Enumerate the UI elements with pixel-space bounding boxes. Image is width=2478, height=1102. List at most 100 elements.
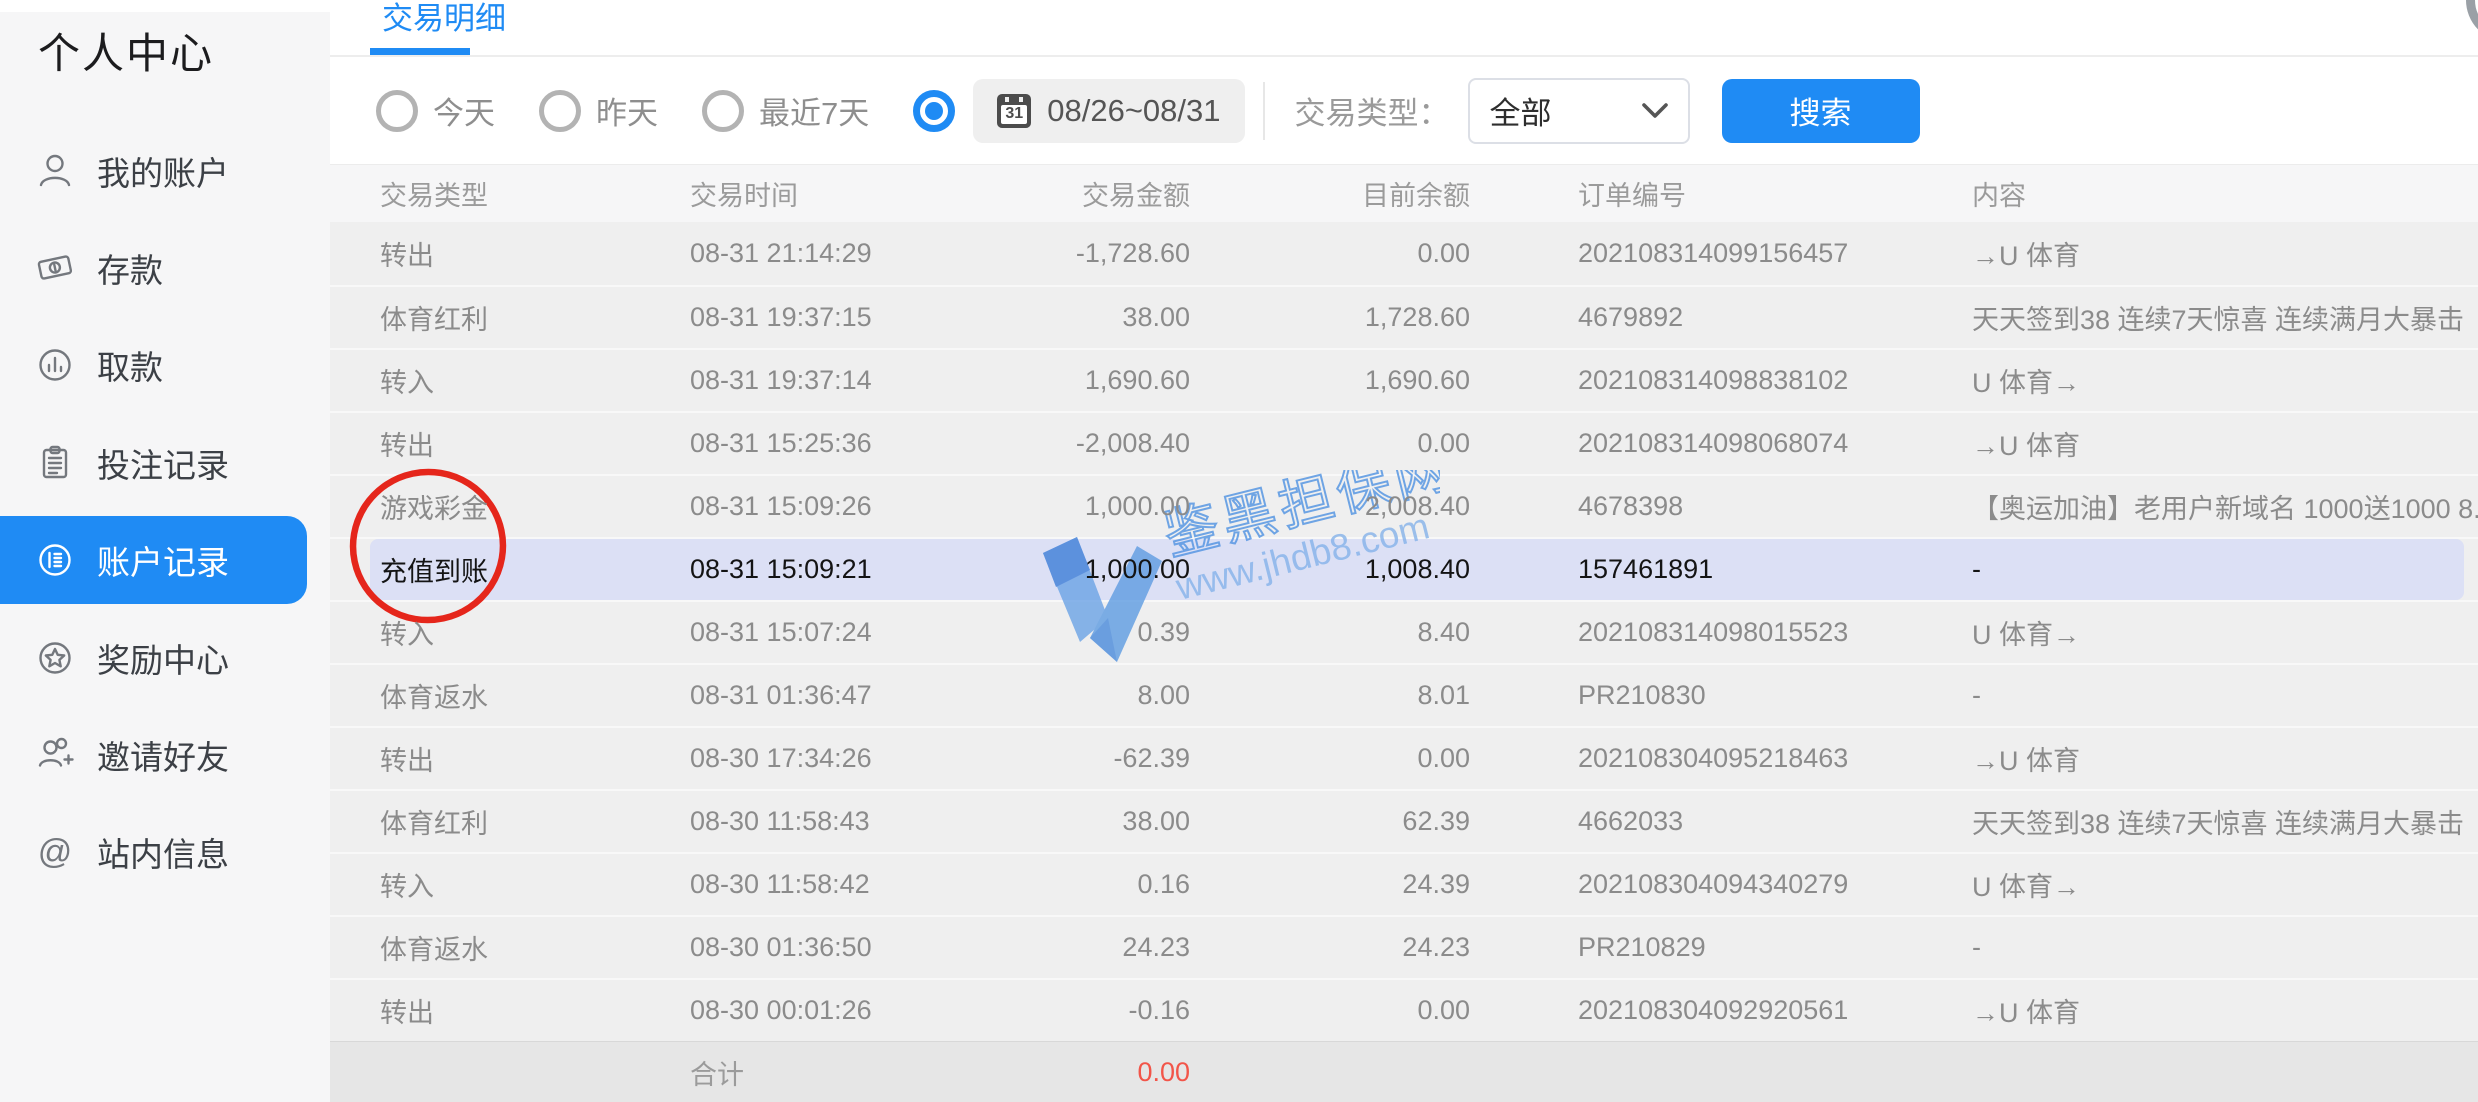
cell-order: 157461891 xyxy=(1470,554,1942,585)
table-header: 交易类型交易时间交易金额目前余额订单编号内容 xyxy=(330,165,2478,222)
cell-type: 转出 xyxy=(330,234,690,273)
search-button[interactable]: 搜索 xyxy=(1722,79,1920,143)
cell-type: 转入 xyxy=(330,865,690,904)
cell-time: 08-31 19:37:15 xyxy=(690,302,970,333)
table-row: 转出08-31 21:14:29-1,728.600.0020210831409… xyxy=(330,222,2478,285)
sidebar-item-label: 账户记录 xyxy=(97,536,229,584)
total-amount: 0.00 xyxy=(970,1057,1190,1088)
cell-order: 202108314098838102 xyxy=(1470,365,1942,396)
radio-today[interactable]: 今天 xyxy=(376,88,495,133)
radio-today-control[interactable] xyxy=(376,90,418,132)
cell-content: →U 体育 xyxy=(1942,234,2478,273)
sidebar-item-label: 奖励中心 xyxy=(97,634,229,682)
main-content: 交易明细 今天 昨天 最近7天 31 08/26~08/31 交易类型： 全部 搜索… xyxy=(330,0,2478,1102)
cell-balance: 0.00 xyxy=(1190,995,1470,1026)
cell-amount: 24.23 xyxy=(970,932,1190,963)
cell-order: 202108304095218463 xyxy=(1470,743,1942,774)
sidebar-item-bet-records[interactable]: 投注记录 xyxy=(0,414,307,511)
sidebar-item-account-records[interactable]: 账户记录 xyxy=(0,516,307,604)
cell-type: 转出 xyxy=(330,424,690,463)
cell-type: 转出 xyxy=(330,739,690,778)
radio-custom-range-control[interactable] xyxy=(913,90,955,132)
col-header-content: 内容 xyxy=(1942,174,2478,213)
sidebar-item-site-messages[interactable]: @ 站内信息 xyxy=(0,804,307,901)
total-label: 合计 xyxy=(690,1053,970,1092)
cell-amount: 38.00 xyxy=(970,302,1190,333)
radio-last-7-days-control[interactable] xyxy=(702,90,744,132)
cell-balance: 2,008.40 xyxy=(1190,491,1470,522)
col-header-type: 交易类型 xyxy=(330,174,690,213)
cell-amount: -0.16 xyxy=(970,995,1190,1026)
cell-balance: 8.01 xyxy=(1190,680,1470,711)
cell-content: →U 体育 xyxy=(1942,991,2478,1030)
sidebar-item-my-account[interactable]: 我的账户 xyxy=(0,122,307,219)
radio-last-7-days[interactable]: 最近7天 xyxy=(702,88,869,133)
cell-balance: 0.00 xyxy=(1190,743,1470,774)
cell-amount: 1,000.00 xyxy=(970,554,1190,585)
sidebar-item-reward-center[interactable]: 奖励中心 xyxy=(0,609,307,706)
radio-yesterday[interactable]: 昨天 xyxy=(539,88,658,133)
cell-balance: 0.00 xyxy=(1190,238,1470,269)
cell-order: PR210829 xyxy=(1470,932,1942,963)
table-row: 转入08-30 11:58:420.1624.39202108304094340… xyxy=(330,852,2478,915)
cell-amount: 1,690.60 xyxy=(970,365,1190,396)
transaction-type-select[interactable]: 全部 xyxy=(1468,78,1690,144)
transaction-type-label: 交易类型： xyxy=(1295,88,1450,133)
col-header-balance: 目前余额 xyxy=(1190,174,1470,213)
sidebar-item-withdraw[interactable]: 取款 xyxy=(0,317,307,414)
chevron-down-icon xyxy=(1642,103,1668,119)
table-row: 转入08-31 19:37:141,690.601,690.6020210831… xyxy=(330,348,2478,411)
radio-label: 最近7天 xyxy=(759,88,869,133)
table-row: 游戏彩金08-31 15:09:261,000.002,008.40467839… xyxy=(330,474,2478,537)
cell-order: 4678398 xyxy=(1470,491,1942,522)
radio-yesterday-control[interactable] xyxy=(539,90,581,132)
cell-type: 体育红利 xyxy=(330,298,690,337)
cell-type: 转入 xyxy=(330,613,690,652)
cell-balance: 0.00 xyxy=(1190,428,1470,459)
cell-content: 天天签到38 连续7天惊喜 连续满月大暴击 xyxy=(1942,298,2478,337)
cell-amount: 38.00 xyxy=(970,806,1190,837)
cell-type: 充值到账 xyxy=(330,550,690,589)
table-row: 体育返水08-30 01:36:5024.2324.23PR210829- xyxy=(330,915,2478,978)
radio-label: 今天 xyxy=(433,88,495,133)
table-row: 转入08-31 15:07:240.398.402021083140980155… xyxy=(330,600,2478,663)
vertical-divider xyxy=(1263,82,1265,140)
tab-bar: 交易明细 xyxy=(330,0,2478,57)
cell-content: - xyxy=(1942,680,2478,711)
cell-time: 08-30 00:01:26 xyxy=(690,995,970,1026)
sidebar-item-invite-friends[interactable]: 邀请好友 xyxy=(0,706,307,803)
cell-amount: 8.00 xyxy=(970,680,1190,711)
cell-order: PR210830 xyxy=(1470,680,1942,711)
sidebar-item-label: 站内信息 xyxy=(97,828,229,876)
cell-content: →U 体育 xyxy=(1942,739,2478,778)
filter-bar: 今天 昨天 最近7天 31 08/26~08/31 交易类型： 全部 搜索 xyxy=(330,57,2478,165)
cell-order: 202108314099156457 xyxy=(1470,238,1942,269)
cell-balance: 62.39 xyxy=(1190,806,1470,837)
sidebar-item-deposit[interactable]: 存款 xyxy=(0,219,307,316)
table-row: 体育返水08-31 01:36:478.008.01PR210830- xyxy=(330,663,2478,726)
cell-balance: 24.39 xyxy=(1190,869,1470,900)
cell-time: 08-31 15:25:36 xyxy=(690,428,970,459)
cell-time: 08-31 19:37:14 xyxy=(690,365,970,396)
radio-custom-range[interactable] xyxy=(913,90,955,132)
cell-order: 202108314098068074 xyxy=(1470,428,1942,459)
date-range-button[interactable]: 31 08/26~08/31 xyxy=(973,79,1244,143)
sidebar-item-label: 投注记录 xyxy=(97,439,229,487)
cell-order: 202108304092920561 xyxy=(1470,995,1942,1026)
tab-transaction-details[interactable]: 交易明细 xyxy=(382,0,506,38)
table-body: 转出08-31 21:14:29-1,728.600.0020210831409… xyxy=(330,222,2478,1041)
cell-balance: 1,690.60 xyxy=(1190,365,1470,396)
cell-type: 转入 xyxy=(330,361,690,400)
radio-label: 昨天 xyxy=(596,88,658,133)
cell-content: →U 体育 xyxy=(1942,424,2478,463)
sidebar-item-label: 存款 xyxy=(97,244,163,292)
cell-content: U 体育→ xyxy=(1942,613,2478,652)
cell-time: 08-30 01:36:50 xyxy=(690,932,970,963)
table-row: 体育红利08-31 19:37:1538.001,728.604679892天天… xyxy=(330,285,2478,348)
cell-time: 08-30 11:58:42 xyxy=(690,869,970,900)
svg-text:@: @ xyxy=(38,833,73,871)
cell-amount: 0.16 xyxy=(970,869,1190,900)
cell-time: 08-30 17:34:26 xyxy=(690,743,970,774)
cell-order: 202108314098015523 xyxy=(1470,617,1942,648)
table-row: 转出08-31 15:25:36-2,008.400.0020210831409… xyxy=(330,411,2478,474)
